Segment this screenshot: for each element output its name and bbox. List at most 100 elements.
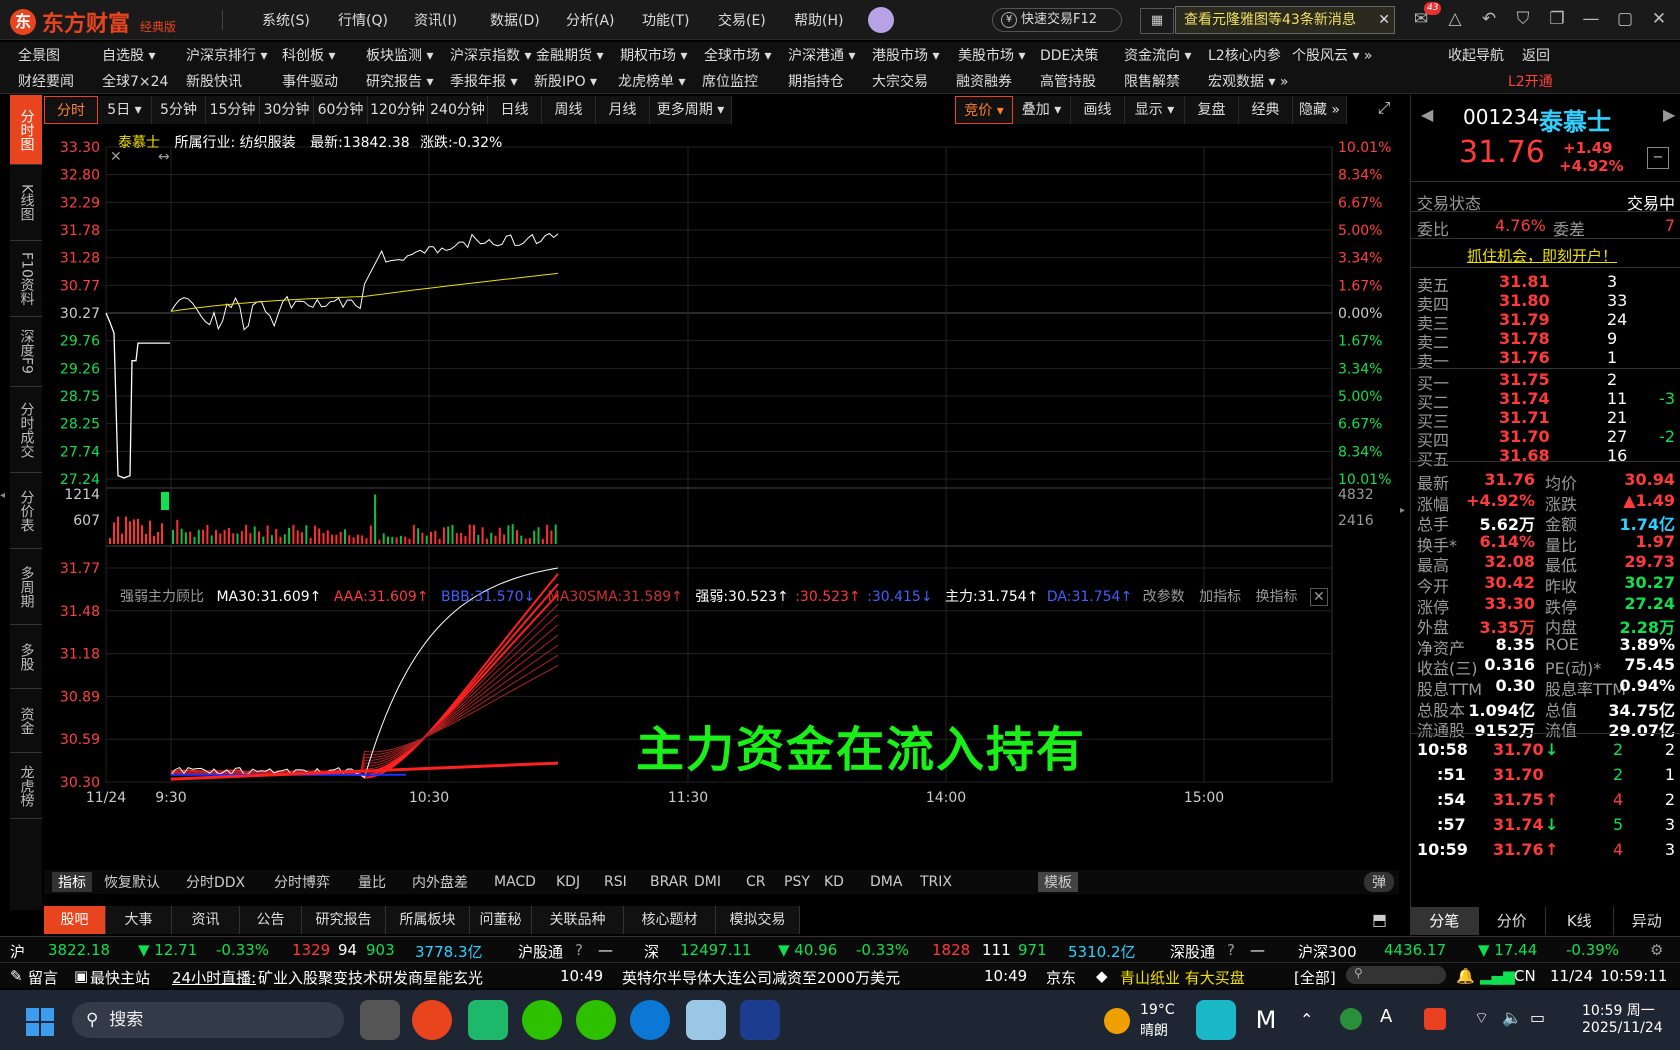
nav-item-12[interactable]: DDE决策 <box>1040 45 1098 65</box>
open-account-link[interactable]: 抓住机会，即刻开户！ <box>1467 245 1617 266</box>
add-indicator-button[interactable]: 加指标 <box>1199 589 1241 605</box>
ticker-search-input[interactable]: ⚲ <box>1346 966 1446 984</box>
menu-item-1[interactable]: 行情(Q) <box>338 10 414 30</box>
sidebar-item-2[interactable]: F10资料 <box>10 241 42 317</box>
close-window-icon[interactable]: ✕ <box>1648 8 1670 30</box>
period-tab-5[interactable]: 60分钟 <box>314 96 368 124</box>
period-tab-3[interactable]: 15分钟 <box>206 96 260 124</box>
collapse-left-icon[interactable]: ◂ <box>0 490 8 504</box>
k-app-icon[interactable] <box>1196 1000 1236 1040</box>
quote-tab-3[interactable]: 异动 <box>1614 907 1680 935</box>
alert-stock[interactable]: 青山纸业 有大买盘 <box>1120 967 1245 988</box>
volume-icon[interactable]: 🔈 <box>1502 1008 1522 1027</box>
period-tab-11[interactable]: 更多周期 ▾ <box>650 96 732 124</box>
bid-row[interactable]: 买五 31.68 16 <box>1417 446 1675 469</box>
sidebar-item-0[interactable]: 分时图 <box>10 95 42 165</box>
taskbar-search[interactable]: ⚲ 搜索 <box>72 1002 344 1038</box>
remove-favorite-icon[interactable]: − <box>1647 147 1669 169</box>
message-label[interactable]: 留言 <box>28 967 58 988</box>
bottom-tab-5[interactable]: 所属板块 <box>386 906 470 934</box>
period-tab-7[interactable]: 240分钟 <box>428 96 488 124</box>
nav2-item-12[interactable]: 高管持股 <box>1040 71 1096 91</box>
task-view-icon[interactable] <box>360 1000 400 1040</box>
news-item-2[interactable]: 英特尔半导体大连公司减资至2000万美元 <box>622 967 900 988</box>
indicator-tab-12[interactable]: PSY <box>784 874 810 890</box>
skin-icon[interactable]: ⛉ <box>1512 8 1534 30</box>
close-icon[interactable]: ✕ <box>1378 7 1390 33</box>
nav-item-6[interactable]: 金融期货 ▾ <box>536 45 603 65</box>
chart-control-6[interactable]: 隐藏 » <box>1293 96 1347 124</box>
nav-item-9[interactable]: 沪深港通 ▾ <box>788 45 855 65</box>
nav-item-11[interactable]: 美股市场 ▾ <box>958 45 1025 65</box>
help-icon[interactable]: ? <box>575 941 583 959</box>
bottom-tab-8[interactable]: 核心题材 <box>624 906 716 934</box>
edge-icon[interactable] <box>630 1000 670 1040</box>
bottom-tab-0[interactable]: 股吧 <box>44 906 106 934</box>
m-app-icon[interactable]: M <box>1246 1000 1286 1040</box>
back-icon[interactable]: ↶ <box>1478 8 1500 30</box>
bottom-tab-1[interactable]: 大事 <box>106 906 172 934</box>
menu-item-7[interactable]: 帮助(H) <box>794 10 870 30</box>
period-tab-10[interactable]: 月线 <box>596 96 650 124</box>
menu-item-0[interactable]: 系统(S) <box>262 10 338 30</box>
ask-row[interactable]: 卖三 31.79 24 <box>1417 310 1675 333</box>
ask-row[interactable]: 卖一 31.76 1 <box>1417 348 1675 371</box>
indicator-tab-9[interactable]: BRAR <box>650 874 688 890</box>
bottom-tab-4[interactable]: 研究报告 <box>302 906 386 934</box>
nav-item-13[interactable]: 资金流向 ▾ <box>1124 45 1191 65</box>
nav2-item-5[interactable]: 季报年报 ▾ <box>450 71 517 91</box>
menu-item-3[interactable]: 数据(D) <box>490 10 566 30</box>
chart-control-2[interactable]: 画线 <box>1071 96 1125 124</box>
nav2-item-14[interactable]: 宏观数据 ▾ » <box>1208 71 1289 91</box>
period-tab-4[interactable]: 30分钟 <box>260 96 314 124</box>
nav2-item-0[interactable]: 财经要闻 <box>18 71 74 91</box>
nav2-item-13[interactable]: 限售解禁 <box>1124 71 1180 91</box>
sidebar-item-3[interactable]: 深度F9 <box>10 317 42 387</box>
minimize-icon[interactable]: — <box>1580 8 1602 30</box>
tray-app-icon[interactable] <box>1340 1008 1362 1030</box>
restore-layout-icon[interactable]: ❐ <box>1546 8 1568 30</box>
live-news-label[interactable]: 24小时直播: <box>172 967 256 988</box>
chart-control-4[interactable]: 复盘 <box>1185 96 1239 124</box>
indicator-tab-13[interactable]: KD <box>824 874 844 890</box>
bid-row[interactable]: 买一 31.75 2 <box>1417 370 1675 393</box>
fullscreen-icon[interactable]: ⤢ <box>1372 98 1396 122</box>
alert-icon[interactable]: △ <box>1444 8 1466 30</box>
indicator-tab-10[interactable]: DMI <box>694 874 721 890</box>
chart-control-3[interactable]: 显示 ▾ <box>1125 96 1185 124</box>
sidebar-item-8[interactable]: 资金 <box>10 689 42 753</box>
nav-item-5[interactable]: 沪深京指数 ▾ <box>450 45 531 65</box>
nav2-item-3[interactable]: 事件驱动 <box>282 71 338 91</box>
collapse-right-icon[interactable]: ▸ <box>1400 505 1405 516</box>
nav2-item-11[interactable]: 融资融券 <box>956 71 1012 91</box>
bell-icon[interactable]: 🔔 <box>1456 967 1475 985</box>
nav-item-3[interactable]: 科创板 ▾ <box>282 45 335 65</box>
message-icon[interactable]: ✎ <box>10 967 23 985</box>
wechat-icon[interactable] <box>522 1000 562 1040</box>
indicator-tab-4[interactable]: 量比 <box>358 872 386 892</box>
nav-item-2[interactable]: 沪深京排行 ▾ <box>186 45 267 65</box>
bottom-tab-2[interactable]: 资讯 <box>172 906 240 934</box>
nav-item-0[interactable]: 全景图 <box>18 45 60 65</box>
indicator-tab-11[interactable]: CR <box>746 874 766 890</box>
clock-date[interactable]: 2025/11/24 <box>1582 1020 1663 1036</box>
bid-row[interactable]: 买二 31.74 11 -3 <box>1417 389 1675 412</box>
indicator-tab-16[interactable]: 模板 <box>1038 872 1078 892</box>
all-news-link[interactable]: [全部] <box>1294 967 1336 988</box>
quote-tab-1[interactable]: 分价 <box>1479 907 1546 935</box>
indicator-tab-0[interactable]: 指标 <box>52 872 92 892</box>
maximize-icon[interactable]: ▢ <box>1614 8 1636 30</box>
menu-item-6[interactable]: 交易(E) <box>718 10 794 30</box>
nav2-item-8[interactable]: 席位监控 <box>702 71 758 91</box>
sidebar-item-9[interactable]: 龙虎榜 <box>10 753 42 819</box>
indicator-name[interactable]: 强弱主力顾比 <box>120 589 204 605</box>
period-tab-1[interactable]: 5日 ▾ <box>98 96 152 124</box>
bottom-tab-9[interactable]: 模拟交易 <box>716 906 800 934</box>
sidebar-item-7[interactable]: 多股 <box>10 625 42 689</box>
nav2-item-9[interactable]: 期指持仓 <box>788 71 844 91</box>
ask-row[interactable]: 卖五 31.81 3 <box>1417 272 1675 295</box>
ask-row[interactable]: 卖二 31.78 9 <box>1417 329 1675 352</box>
nav-item-7[interactable]: 期权市场 ▾ <box>620 45 687 65</box>
settings-gear-icon[interactable]: ⚙ <box>1650 941 1663 959</box>
edit-params-button[interactable]: 改参数 <box>1143 589 1185 605</box>
